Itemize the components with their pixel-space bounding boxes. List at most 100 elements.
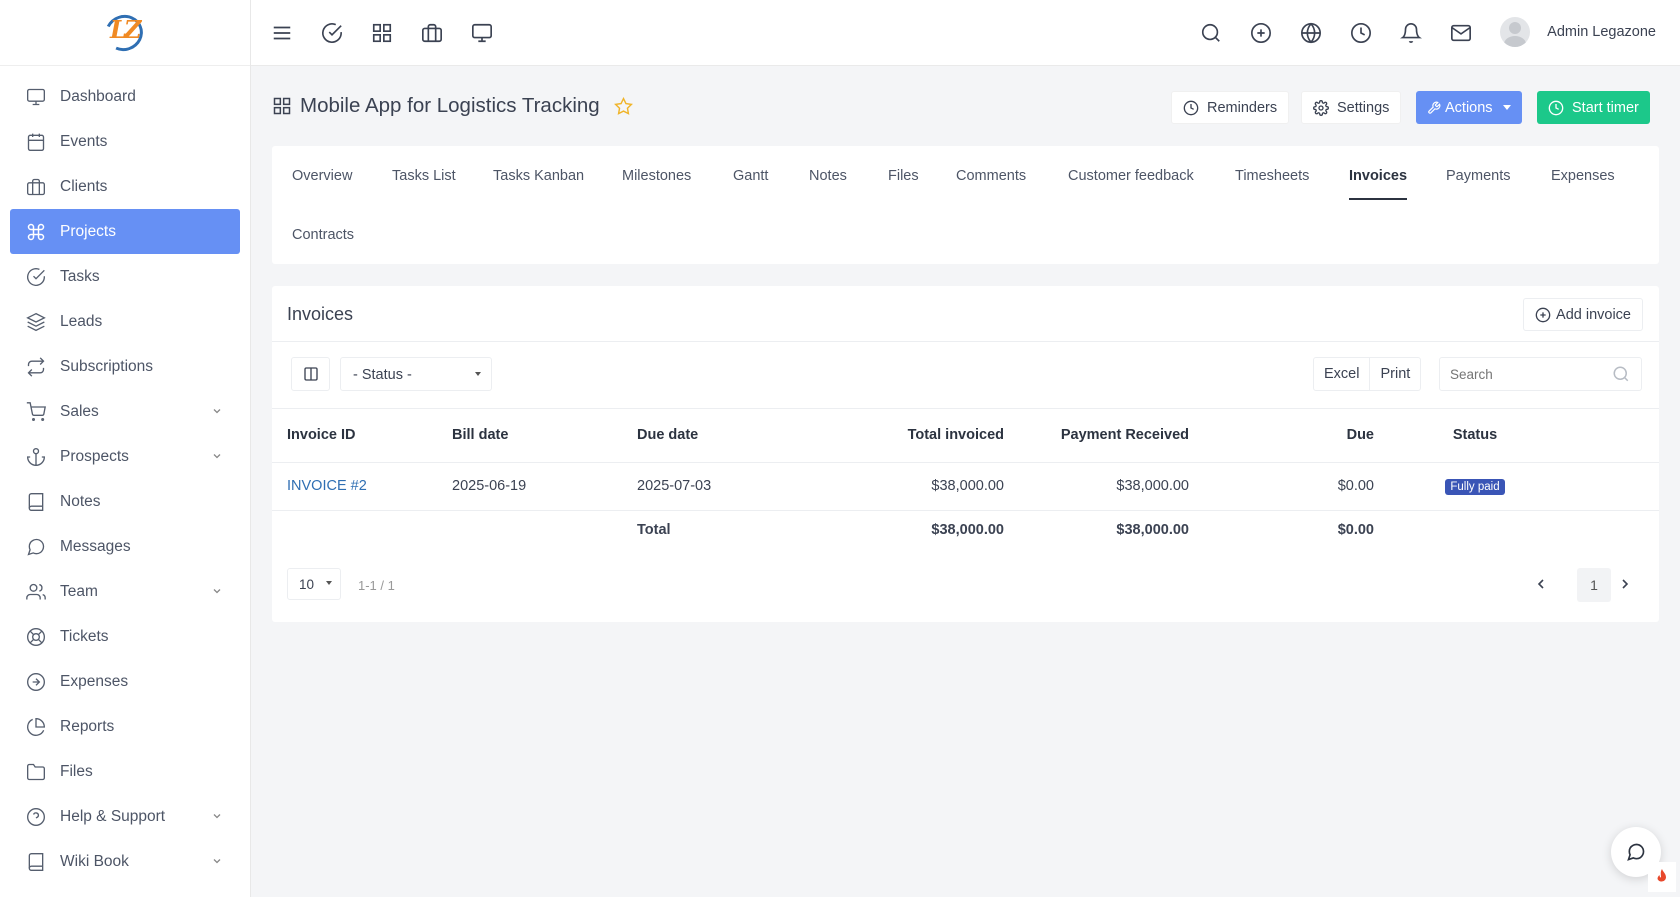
plus-circle-icon[interactable]	[1250, 22, 1272, 44]
sidebar-item-tickets[interactable]: Tickets	[10, 614, 240, 659]
side-nav: Dashboard Events Clients Projects Tasks …	[0, 66, 250, 884]
sidebar-item-projects[interactable]: Projects	[10, 209, 240, 254]
users-icon	[26, 583, 46, 599]
invoice-link[interactable]: INVOICE #2	[287, 478, 367, 494]
user-menu[interactable]: Admin Legazone	[1500, 17, 1656, 47]
col-invoice-id[interactable]: Invoice ID	[272, 409, 452, 463]
col-total-invoiced[interactable]: Total invoiced	[797, 409, 1004, 463]
grid-icon[interactable]	[371, 22, 393, 44]
due-cell: $0.00	[1189, 462, 1374, 511]
sidebar-item-leads[interactable]: Leads	[10, 299, 240, 344]
check-circle-icon	[27, 267, 45, 286]
sidebar-item-help-support[interactable]: Help & Support	[10, 794, 240, 839]
tab-expenses[interactable]: Expenses	[1551, 168, 1615, 184]
sidebar-item-dashboard[interactable]: Dashboard	[10, 74, 240, 119]
reminders-button[interactable]: Reminders	[1171, 91, 1290, 124]
status-filter-select[interactable]: - Status -	[340, 357, 492, 391]
sidebar-item-label: Help & Support	[60, 807, 166, 825]
tab-customer-feedback[interactable]: Customer feedback	[1068, 168, 1194, 184]
sidebar-item-label: Subscriptions	[60, 357, 154, 375]
tab-invoices[interactable]: Invoices	[1349, 168, 1408, 200]
bell-icon[interactable]	[1400, 22, 1422, 44]
clock-icon[interactable]	[1350, 22, 1372, 44]
sidebar-item-messages[interactable]: Messages	[10, 524, 240, 569]
sidebar: LZ Dashboard Events Clients Projects Tas…	[0, 0, 251, 897]
sidebar-item-files[interactable]: Files	[10, 749, 240, 794]
tab-notes[interactable]: Notes	[809, 168, 847, 184]
tab-timesheets[interactable]: Timesheets	[1235, 168, 1309, 184]
sidebar-item-wiki-book[interactable]: Wiki Book	[10, 839, 240, 884]
sidebar-item-label: Wiki Book	[60, 852, 129, 870]
tab-tasks-list[interactable]: Tasks List	[392, 168, 456, 184]
sidebar-item-reports[interactable]: Reports	[10, 704, 240, 749]
col-due[interactable]: Due	[1189, 409, 1374, 463]
debug-toolbar-toggle[interactable]	[1648, 862, 1676, 892]
invoices-card: Invoices Add invoice - Status - Excel Pr…	[272, 286, 1659, 622]
sidebar-item-label: Files	[60, 762, 93, 780]
tab-overview[interactable]: Overview	[292, 168, 352, 184]
payment-received-cell: $38,000.00	[1004, 462, 1189, 511]
sidebar-item-prospects[interactable]: Prospects	[10, 434, 240, 479]
caret-down-icon	[1502, 105, 1511, 110]
check-circle-icon[interactable]	[321, 22, 343, 44]
columns-icon	[303, 367, 318, 381]
sidebar-item-label: Team	[60, 582, 98, 600]
col-bill-date[interactable]: Bill date	[452, 409, 637, 463]
total-invoiced-cell: $38,000.00	[797, 462, 1004, 511]
column-toggle-button[interactable]	[291, 357, 330, 391]
actions-dropdown-button[interactable]: Actions	[1416, 91, 1522, 124]
excel-button[interactable]: Excel	[1314, 358, 1369, 390]
totals-due: $0.00	[1337, 522, 1374, 539]
tab-payments[interactable]: Payments	[1446, 168, 1510, 184]
monitor-icon[interactable]	[471, 22, 493, 44]
mail-icon[interactable]	[1450, 22, 1472, 44]
sidebar-item-label: Clients	[60, 177, 108, 195]
globe-icon[interactable]	[1300, 22, 1322, 44]
sidebar-item-notes[interactable]: Notes	[10, 479, 240, 524]
chevron-down-icon	[213, 454, 221, 459]
settings-button[interactable]: Settings	[1301, 91, 1402, 124]
chevron-left-icon[interactable]	[1534, 577, 1548, 591]
status-badge: Fully paid	[1445, 478, 1505, 495]
logo[interactable]: LZ	[0, 0, 250, 66]
tab-tasks-kanban[interactable]: Tasks Kanban	[493, 168, 584, 184]
anchor-icon	[26, 447, 46, 466]
sidebar-item-tasks[interactable]: Tasks	[10, 254, 240, 299]
page-title: Mobile App for Logistics Tracking	[272, 94, 633, 118]
logo-text: LZ	[110, 14, 141, 44]
sidebar-item-sales[interactable]: Sales	[10, 389, 240, 434]
command-icon	[27, 223, 45, 240]
page-number-button[interactable]: 1	[1577, 568, 1611, 602]
page-size-select[interactable]: 10	[287, 568, 341, 600]
tab-gantt[interactable]: Gantt	[733, 168, 768, 184]
totals-received: $38,000.00	[1116, 522, 1189, 539]
sidebar-item-expenses[interactable]: Expenses	[10, 659, 240, 704]
briefcase-icon	[27, 178, 45, 195]
search-icon[interactable]	[1200, 22, 1222, 44]
tab-files[interactable]: Files	[888, 168, 919, 184]
col-payment-received[interactable]: Payment Received	[1004, 409, 1189, 463]
print-button[interactable]: Print	[1369, 358, 1420, 390]
start-timer-button[interactable]: Start timer	[1537, 91, 1650, 124]
sidebar-item-clients[interactable]: Clients	[10, 164, 240, 209]
sidebar-item-events[interactable]: Events	[10, 119, 240, 164]
sidebar-item-subscriptions[interactable]: Subscriptions	[10, 344, 240, 389]
chevron-down-icon	[213, 589, 221, 594]
star-icon[interactable]	[613, 96, 633, 116]
col-status[interactable]: Status	[1374, 409, 1576, 463]
settings-label: Settings	[1337, 99, 1390, 116]
table-row: INVOICE #2 2025-06-19 2025-07-03 $38,000…	[272, 462, 1659, 511]
sidebar-item-label: Tickets	[60, 627, 109, 645]
avatar	[1500, 17, 1531, 47]
calendar-icon	[27, 133, 45, 151]
menu-icon[interactable]	[271, 22, 293, 44]
briefcase-icon[interactable]	[421, 22, 443, 44]
chevron-right-icon[interactable]	[1618, 577, 1632, 591]
invoices-title: Invoices	[287, 304, 354, 324]
tab-comments[interactable]: Comments	[956, 168, 1026, 184]
col-due-date[interactable]: Due date	[637, 409, 797, 463]
sidebar-item-team[interactable]: Team	[10, 569, 240, 614]
add-invoice-button[interactable]: Add invoice	[1523, 298, 1643, 331]
tab-milestones[interactable]: Milestones	[622, 168, 691, 184]
tab-contracts[interactable]: Contracts	[292, 227, 354, 243]
